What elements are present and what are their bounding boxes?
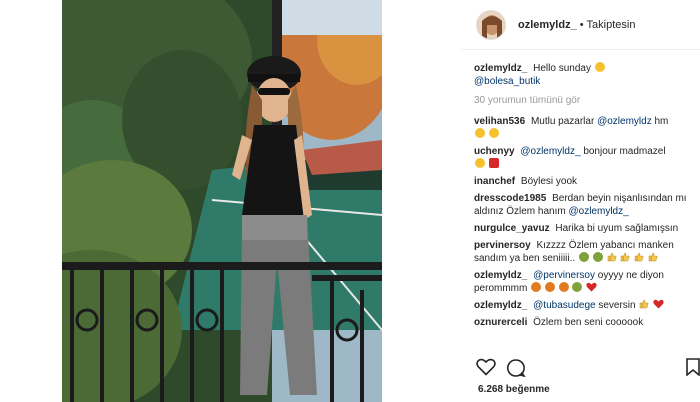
sunglasses-emoji-icon [594, 62, 605, 72]
comment-username[interactable]: oznurerceli [474, 317, 527, 328]
caption-mention[interactable]: @bolesa_butik [474, 76, 540, 87]
comment-username[interactable]: velihan536 [474, 116, 525, 127]
comment-username[interactable]: ozlemyldz_ [474, 300, 527, 311]
view-all-comments-link[interactable]: 30 yorumun tümünü gör [474, 94, 696, 107]
pray-emoji-icon [475, 128, 485, 138]
comment-mention[interactable]: @ozlemyldz_ [520, 146, 580, 157]
comment-mention[interactable]: @ozlemyldz [597, 116, 652, 127]
comment-item: oznurerceli Özlem ben seni coooook [474, 316, 696, 329]
caption-text: Hello sunday [533, 63, 591, 74]
comment-item: dresscode1985 Berdan beyin nişanlısından… [474, 192, 696, 218]
comment-item: ozlemyldz_ @tubasudege seversin [474, 299, 696, 312]
post-frame: ozlemyldz_ • Takiptesin ozlemyldz_ Hello… [0, 0, 700, 402]
money-face-emoji-icon [572, 282, 583, 292]
comment-text-after: seversin [598, 300, 636, 311]
comment-item: pervinersoy Kızzzz Özlem yabancı manken … [474, 239, 696, 265]
comment-panel: ozlemyldz_ • Takiptesin ozlemyldz_ Hello… [462, 0, 700, 402]
photo-illustration [62, 0, 382, 402]
header-username[interactable]: ozlemyldz_ [518, 19, 577, 31]
left-margin [0, 0, 62, 402]
comment-username[interactable]: inanchef [474, 176, 515, 187]
thumbs-up-emoji-icon [607, 252, 617, 262]
avatar[interactable] [476, 9, 506, 40]
pray-emoji-icon [488, 128, 499, 138]
sunglasses-emoji-icon [475, 158, 485, 168]
bookmark-icon[interactable] [686, 358, 700, 381]
thumbs-up-emoji-icon [620, 252, 630, 262]
heart-icon[interactable] [476, 358, 496, 381]
comment-text: Mutlu pazarlar [530, 116, 595, 127]
comment-item: inanchef Böylesi yook [474, 175, 696, 188]
comment-mention[interactable]: @pervinersoy [533, 270, 595, 281]
comment-text-after: hm [654, 116, 669, 127]
anger-emoji-icon [544, 282, 555, 292]
comment-mention[interactable]: @tubasudege [533, 300, 595, 311]
like-count[interactable]: 6.268 beğenme [478, 384, 550, 395]
avatar-image [477, 10, 505, 39]
comment-username[interactable]: dresscode1985 [474, 193, 546, 204]
comment-item: uchenyy @ozlemyldz_ bonjour madmazel [474, 145, 696, 171]
money-face-emoji-icon [592, 252, 603, 262]
thumbs-up-emoji-icon [639, 299, 649, 309]
comment-item: ozlemyldz_ @pervinersoy oyyyy ne diyon p… [474, 269, 696, 295]
anger-emoji-icon [531, 282, 542, 292]
comment-icon[interactable] [506, 358, 526, 383]
caption: ozlemyldz_ Hello sunday @bolesa_butik [474, 62, 696, 88]
heart-emoji-icon [586, 282, 597, 292]
post-photo[interactable] [62, 0, 382, 402]
post-header: ozlemyldz_ • Takiptesin [462, 0, 700, 50]
comment-username[interactable]: ozlemyldz_ [474, 270, 527, 281]
comment-list: ozlemyldz_ Hello sunday @bolesa_butik 30… [474, 62, 696, 333]
comment-item: velihan536 Mutlu pazarlar @ozlemyldz hm [474, 115, 696, 141]
lips-emoji-icon [488, 158, 499, 168]
comment-username[interactable]: pervinersoy [474, 240, 531, 251]
action-bar [476, 358, 700, 383]
money-face-emoji-icon [578, 252, 589, 262]
header-separator: • [579, 18, 584, 31]
caption-username[interactable]: ozlemyldz_ [474, 63, 527, 74]
heart-emoji-icon [653, 299, 664, 309]
follow-status[interactable]: Takiptesin [587, 19, 636, 31]
comment-item: nurgulce_yavuz Harika bi uyum sağlamışsı… [474, 222, 696, 235]
comment-username[interactable]: nurgulce_yavuz [474, 223, 550, 234]
thumbs-up-emoji-icon [634, 252, 644, 262]
comment-username[interactable]: uchenyy [474, 146, 515, 157]
comment-mention[interactable]: @ozlemyldz_ [569, 206, 629, 217]
comment-text: Böylesi yook [520, 176, 578, 187]
anger-emoji-icon [558, 282, 569, 292]
thumbs-up-emoji-icon [648, 252, 658, 262]
comment-text: Harika bi uyum sağlamışsın [555, 223, 679, 234]
comment-text-after: bonjour madmazel [583, 146, 666, 157]
comment-text: Özlem ben seni coooook [533, 317, 644, 328]
